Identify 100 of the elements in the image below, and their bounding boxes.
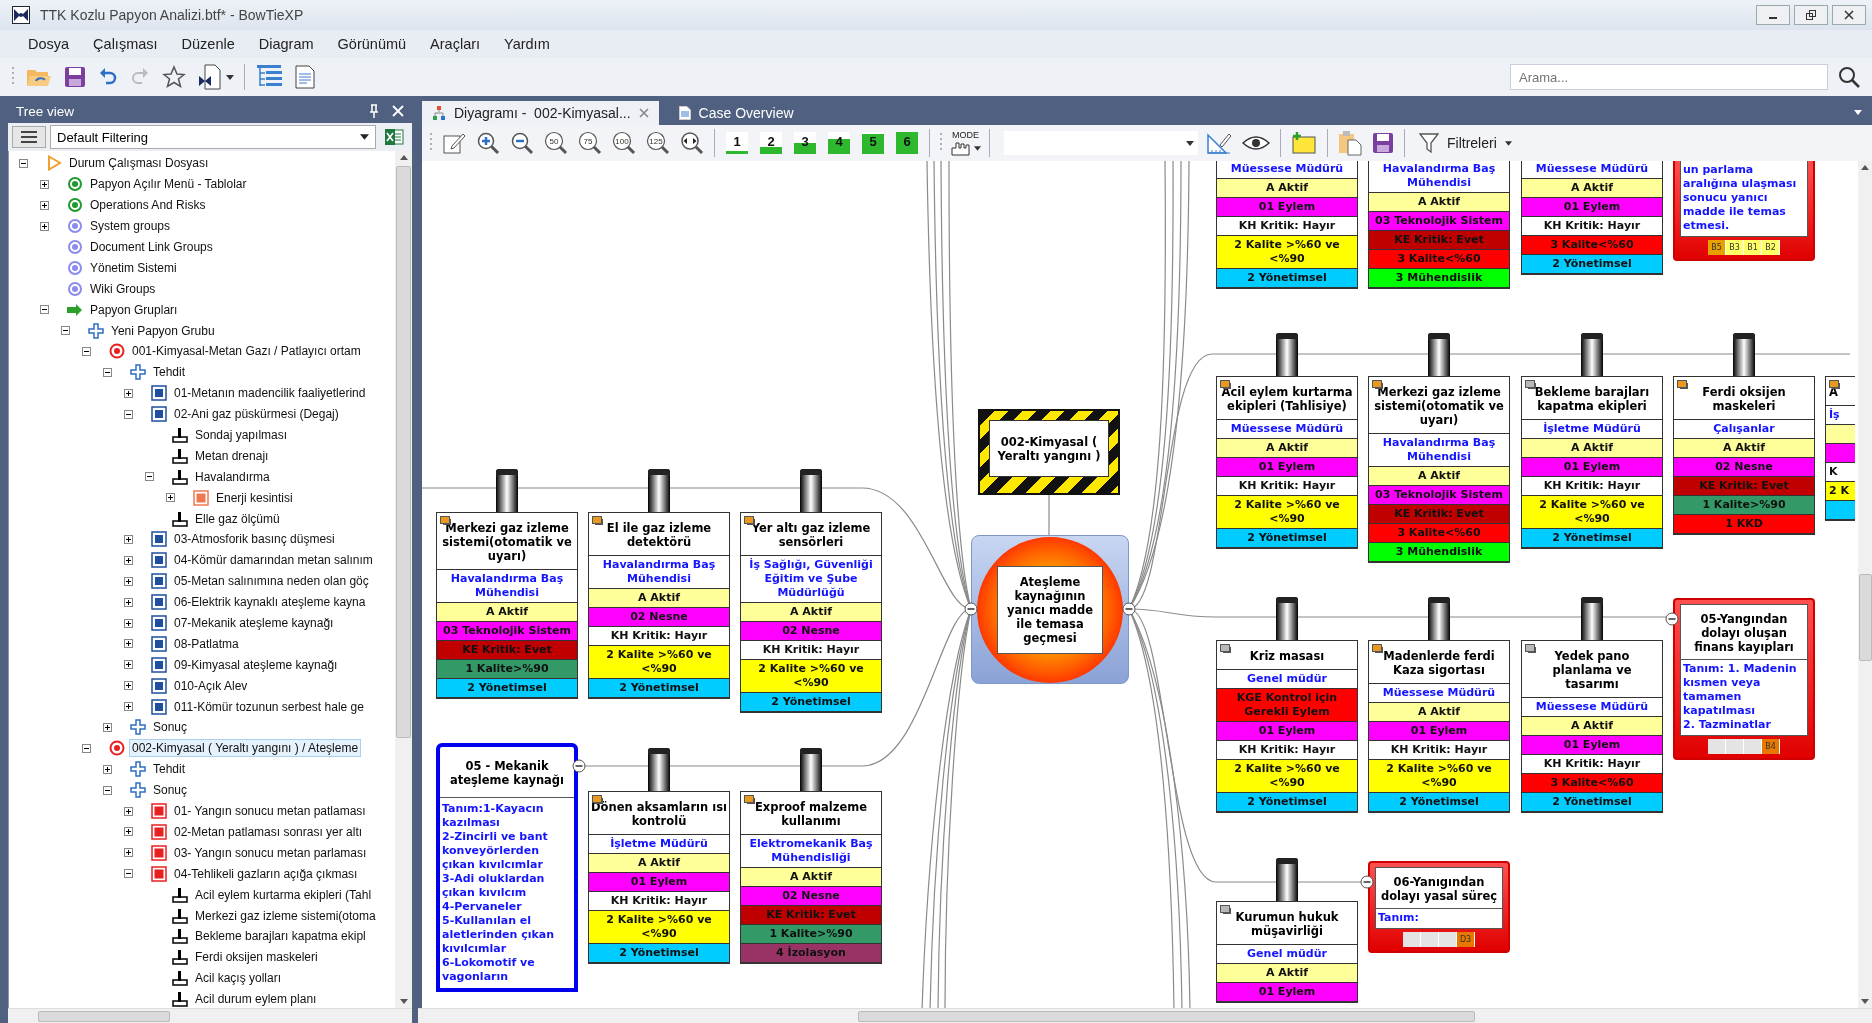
expand-toggle-icon[interactable]	[61, 326, 70, 336]
barrier-card[interactable]: Kriz masası Genel müdür KGE Kontrol için Gerekli Eylem 01 Eylem KH Kritik: Hayır 2 Kalite >%60 ve <%90 2 Yönetimsel	[1216, 640, 1358, 813]
scroll-thumb[interactable]	[396, 166, 411, 738]
tree-item[interactable]: 01-Metanın madencilik faaliyetlerind	[171, 384, 369, 403]
tree-item[interactable]: Tehdit	[150, 363, 189, 382]
tree-item[interactable]: 04-Kömür damarından metan salınım	[171, 551, 376, 570]
expand-toggle-icon[interactable]	[82, 346, 91, 356]
tree-item[interactable]: 02-Ani gaz püskürmesi (Degaj)	[171, 405, 342, 424]
scrollbar[interactable]	[8, 1008, 412, 1023]
expand-toggle-icon[interactable]	[145, 472, 154, 482]
tree-item[interactable]: Yeni Papyon Grubu	[108, 321, 218, 340]
tree-item[interactable]: 08-Patlatma	[171, 634, 242, 653]
barrier-card[interactable]: Müessese Müdürü A Aktif 01 Eylem KH Kritik: Hayır 2 Kalite >%60 ve <%90 2 Yönetimsel	[1216, 161, 1358, 289]
barrier-card[interactable]: Merkezi gaz izleme sistemi(otomatik ve uyarı) Havalandırma Baş Mühendisi A Aktif 03 Teknolojik Sistem KE Kritik: Evet 1 Kalite>%90 2 Yönetimsel	[436, 512, 578, 699]
tree-item[interactable]: Bekleme barajları kapatma ekipl	[192, 927, 369, 946]
expand-toggle-icon[interactable]	[124, 827, 133, 837]
search-icon[interactable]	[1836, 64, 1862, 90]
new-note-icon[interactable]	[1289, 129, 1319, 157]
expand-toggle-icon[interactable]	[19, 158, 28, 168]
scrollbar[interactable]	[1858, 161, 1872, 1008]
expand-toggle-icon[interactable]	[124, 597, 133, 607]
bowtie-document-icon[interactable]	[196, 62, 224, 92]
consequence-card[interactable]: 06-Yanıgından dolayı yasal süreç Tanım: D3	[1368, 861, 1510, 953]
tree-item[interactable]: Tehdit	[150, 760, 189, 779]
barrier-card[interactable]: Exproof malzeme kullanımı Elektromekanik Baş Mühendisliği A Aktif 02 Nesne KE Kritik: Evet 1 Kalite>%90 4 İzolasyon	[740, 791, 882, 964]
paste-icon[interactable]	[1336, 128, 1364, 158]
collapse-icon[interactable]	[1360, 875, 1374, 889]
menu-item[interactable]: Dosya	[16, 34, 82, 54]
caret-icon[interactable]	[226, 74, 234, 80]
tree-item[interactable]: 011-Kömür tozunun serbest hale ge	[171, 697, 367, 716]
level-button[interactable]: 1	[726, 132, 748, 154]
tree-item[interactable]: Ferdi oksijen maskeleri	[192, 948, 321, 967]
expand-toggle-icon[interactable]	[124, 388, 133, 398]
tree-item[interactable]: 02-Metan patlaması sonrası yer altı	[171, 822, 366, 841]
expand-toggle-icon[interactable]	[103, 723, 112, 732]
collapse-icon[interactable]	[964, 602, 978, 616]
expand-toggle-icon[interactable]	[124, 702, 133, 712]
document-icon[interactable]	[293, 63, 317, 91]
pin-icon[interactable]	[368, 104, 380, 118]
tree-item[interactable]: 01- Yangın sonucu metan patlaması	[171, 802, 369, 821]
mode-button[interactable]: MODE	[950, 130, 981, 156]
expand-toggle-icon[interactable]	[124, 681, 133, 691]
tree-item[interactable]: 07-Mekanik ateşleme kaynağı	[171, 614, 337, 633]
tree-item[interactable]: 03-Atmosforik basınç düşmesi	[171, 530, 338, 549]
expand-toggle-icon[interactable]	[124, 869, 133, 879]
caret-icon[interactable]	[1854, 109, 1862, 115]
menu-item[interactable]: Araçları	[418, 34, 493, 54]
menu-button[interactable]	[12, 126, 46, 148]
tree-item[interactable]: Sonuç	[150, 781, 191, 800]
dropdown-field[interactable]	[1004, 131, 1198, 155]
tree-item[interactable]: 001-Kimyasal-Metan Gazı / Patlayıcı ortam	[129, 342, 364, 361]
expand-toggle-icon[interactable]	[40, 200, 49, 210]
tree-item[interactable]: Yönetim Sistemi	[87, 258, 180, 277]
tree-item[interactable]: Merkezi gaz izleme sistemi(otoma	[192, 906, 379, 925]
tree-item[interactable]: 05-Metan salınımına neden olan göç	[171, 572, 372, 591]
scroll-thumb[interactable]	[1858, 574, 1872, 661]
consequence-card[interactable]: 05-Yangından dolayı oluşan finans kayıpları Tanım: 1. Madenin kısmen veya tamamen kapatılması 2. Tazminatlar B4	[1673, 598, 1815, 760]
tree-item[interactable]: Wiki Groups	[87, 279, 159, 298]
barrier-card[interactable]: Merkezi gaz izleme sistemi(otomatik ve uyarı) Havalandırma Baş Mühendisi A Aktif 03 Teknolojik Sistem KE Kritik: Evet 3 Kalite<%60 3 Mühendislik	[1368, 376, 1510, 563]
consequence-card[interactable]: un parlama aralığına ulaşması sonucu yanıcı madde ile temas etmesi. B5 B3 B1 B2	[1673, 161, 1815, 261]
level-button[interactable]: 6	[896, 132, 918, 154]
expand-toggle-icon[interactable]	[124, 555, 133, 565]
save-icon[interactable]	[1370, 130, 1396, 156]
scrollbar[interactable]	[418, 1008, 1872, 1023]
expand-toggle-icon[interactable]	[124, 618, 133, 628]
scroll-down-icon[interactable]	[1861, 999, 1869, 1004]
collapse-icon[interactable]	[1665, 612, 1679, 626]
scrollbar[interactable]	[395, 151, 412, 1008]
fit-width-icon[interactable]	[678, 129, 706, 157]
menu-item[interactable]: Görünümü	[325, 34, 419, 54]
expand-toggle-icon[interactable]	[124, 806, 133, 816]
expand-toggle-icon[interactable]	[103, 764, 112, 774]
scroll-thumb[interactable]	[858, 1011, 1475, 1022]
tree-item[interactable]: Sondaj yapılması	[192, 426, 291, 444]
menu-item[interactable]: Çalışması	[81, 34, 170, 54]
expand-toggle-icon[interactable]	[40, 221, 49, 231]
star-icon[interactable]	[160, 63, 188, 91]
tree-item[interactable]: 002-Kimyasal ( Yeraltı yangını ) / Ateşleme	[129, 739, 362, 758]
barrier-card[interactable]: Madenlerde ferdi Kaza sigortası Müessese Müdürü A Aktif 01 Eylem KH Kritik: Hayır 2 Kalite >%60 ve <%90 2 Yönetimsel	[1368, 640, 1510, 813]
expand-toggle-icon[interactable]	[124, 660, 133, 670]
expand-toggle-icon[interactable]	[40, 305, 49, 315]
expand-toggle-icon[interactable]	[124, 639, 133, 649]
tree-item[interactable]: 09-Kimyasal ateşleme kaynağı	[171, 655, 341, 674]
barrier-card[interactable]: Kurumun hukuk müşavirliği Genel müdür A Aktif 01 Eylem	[1216, 901, 1358, 1003]
expand-toggle-icon[interactable]	[103, 785, 112, 795]
restore-button[interactable]	[1794, 5, 1828, 25]
filter-button[interactable]: Filtreleri	[1413, 131, 1518, 155]
tree-item[interactable]: Acil durum eylem planı	[192, 990, 320, 1008]
tree-item[interactable]: 04-Tehlikeli gazların açığa çıkması	[171, 864, 361, 883]
tree-item[interactable]: Metan drenajı	[192, 446, 272, 465]
tree-item[interactable]: Papyon Grupları	[87, 300, 181, 319]
tree-item[interactable]: Havalandırma	[192, 467, 273, 486]
tree-item[interactable]: 06-Elektrik kaynaklı ateşleme kayna	[171, 593, 369, 612]
tab[interactable]: Diyagramı - 002-Kimyasal...	[422, 101, 659, 125]
level-button[interactable]: 5	[862, 132, 884, 154]
scroll-down-icon[interactable]	[399, 999, 408, 1004]
level-button[interactable]: 2	[760, 132, 782, 154]
expand-toggle-icon[interactable]	[124, 534, 133, 544]
tree-item[interactable]: Sonuç	[150, 718, 191, 737]
scroll-thumb[interactable]	[38, 1011, 170, 1022]
